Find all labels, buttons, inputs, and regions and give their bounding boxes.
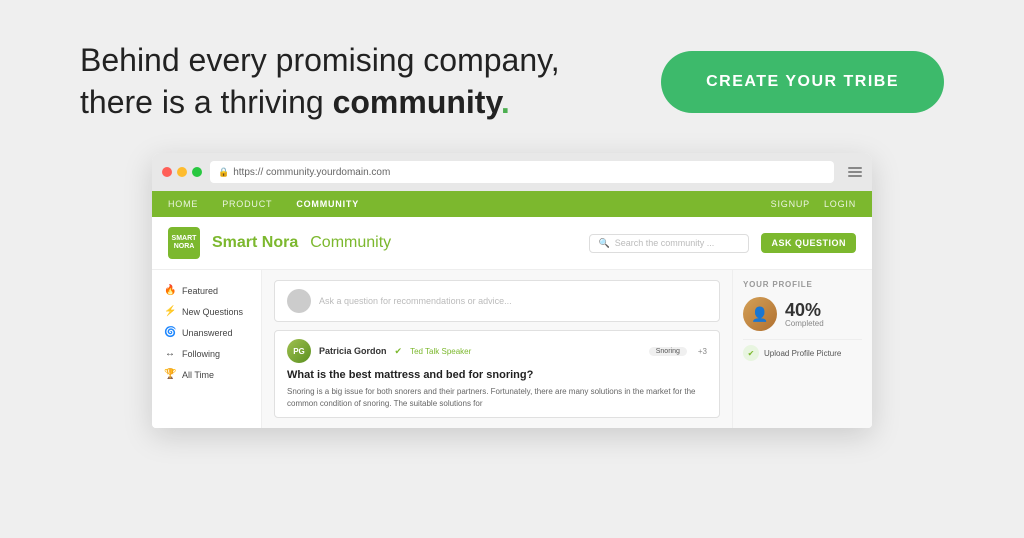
site-title: Smart Nora <box>212 234 298 252</box>
headline-bold: community <box>333 84 501 120</box>
ask-question-button[interactable]: ASK QUESTION <box>761 233 856 253</box>
sidebar-item-label: Unanswered <box>182 328 233 338</box>
browser-addressbar[interactable]: 🔒 https:// community.yourdomain.com <box>210 161 834 183</box>
hero-headline: Behind every promising company, there is… <box>80 40 600 123</box>
tag-more: +3 <box>698 347 707 356</box>
upload-profile-label: Upload Profile Picture <box>764 349 841 358</box>
browser-mockup: 🔒 https:// community.yourdomain.com HOME… <box>152 153 872 428</box>
sidebar-item-featured[interactable]: 🔥 Featured <box>152 280 261 301</box>
profile-row: 👤 40% Completed <box>743 297 862 331</box>
headline-dot: . <box>501 84 510 120</box>
headline-line1: Behind every promising company, <box>80 42 560 78</box>
upload-icon: ✔ <box>743 345 759 361</box>
browser-dots <box>162 167 202 177</box>
profile-completion: 40% Completed <box>785 301 824 328</box>
sidebar-item-following[interactable]: ↔ Following <box>152 343 261 364</box>
profile-action[interactable]: ✔ Upload Profile Picture <box>743 339 862 366</box>
following-icon: ↔ <box>164 348 176 359</box>
dot-red[interactable] <box>162 167 172 177</box>
content-sidebar: 🔥 Featured ⚡ New Questions 🌀 Unanswered … <box>152 270 262 428</box>
completion-percent: 40% <box>785 301 824 319</box>
author-badge: Ted Talk Speaker <box>410 347 471 356</box>
menu-line-1 <box>848 167 862 169</box>
featured-icon: 🔥 <box>164 285 176 296</box>
ask-prompt-text: Ask a question for recommendations or ad… <box>319 296 512 306</box>
hero-text: Behind every promising company, there is… <box>80 40 600 123</box>
profile-section-title: YOUR PROFILE <box>743 280 862 289</box>
menu-line-3 <box>848 175 862 177</box>
author-avatar: PG <box>287 339 311 363</box>
completion-label: Completed <box>785 319 824 328</box>
nav-right: SIGNUP LOGIN <box>771 199 856 209</box>
new-questions-icon: ⚡ <box>164 306 176 317</box>
browser-menu-icon[interactable] <box>848 167 862 177</box>
headline-line2-prefix: there is a thriving <box>80 84 333 120</box>
all-time-icon: 🏆 <box>164 369 176 380</box>
profile-avatar: 👤 <box>743 297 777 331</box>
unanswered-icon: 🌀 <box>164 327 176 338</box>
site-header: SMART NORA Smart Nora Community 🔍 Search… <box>152 217 872 270</box>
nav-signup[interactable]: SIGNUP <box>771 199 810 209</box>
content-main: Ask a question for recommendations or ad… <box>262 270 732 428</box>
verified-icon: ✔ <box>395 346 403 357</box>
content-right-panel: YOUR PROFILE 👤 40% Completed ✔ Upload Pr… <box>732 270 872 428</box>
search-bar[interactable]: 🔍 Search the community ... <box>589 234 749 253</box>
author-name: Patricia Gordon <box>319 346 387 356</box>
sidebar-item-unanswered[interactable]: 🌀 Unanswered <box>152 322 261 343</box>
question-tag[interactable]: Snoring <box>649 347 687 356</box>
question-card: PG Patricia Gordon ✔ Ted Talk Speaker Sn… <box>274 330 720 418</box>
lock-icon: 🔒 <box>218 167 229 178</box>
nav-community[interactable]: COMMUNITY <box>296 199 359 209</box>
hero-section: Behind every promising company, there is… <box>0 0 1024 153</box>
sidebar-item-label: Following <box>182 349 220 359</box>
user-avatar-small <box>287 289 311 313</box>
dot-yellow[interactable] <box>177 167 187 177</box>
sidebar-item-label: All Time <box>182 370 214 380</box>
site-community-label: Community <box>310 234 391 252</box>
browser-chrome: 🔒 https:// community.yourdomain.com <box>152 153 872 191</box>
sidebar-item-new-questions[interactable]: ⚡ New Questions <box>152 301 261 322</box>
page-wrapper: Behind every promising company, there is… <box>0 0 1024 538</box>
nav-login[interactable]: LOGIN <box>824 199 856 209</box>
url-text: https:// community.yourdomain.com <box>233 167 390 178</box>
site-logo: SMART NORA <box>168 227 200 259</box>
question-title[interactable]: What is the best mattress and bed for sn… <box>287 368 707 382</box>
nav-home[interactable]: HOME <box>168 199 198 209</box>
sidebar-item-label: Featured <box>182 286 218 296</box>
menu-line-2 <box>848 171 862 173</box>
question-body: Snoring is a big issue for both snorers … <box>287 386 707 408</box>
sidebar-item-label: New Questions <box>182 307 243 317</box>
dot-green[interactable] <box>192 167 202 177</box>
search-placeholder: Search the community ... <box>615 238 715 248</box>
search-icon: 🔍 <box>598 238 609 249</box>
nav-items: HOME PRODUCT COMMUNITY <box>168 199 771 209</box>
sidebar-item-all-time[interactable]: 🏆 All Time <box>152 364 261 385</box>
ask-box[interactable]: Ask a question for recommendations or ad… <box>274 280 720 322</box>
question-meta: PG Patricia Gordon ✔ Ted Talk Speaker Sn… <box>287 339 707 363</box>
site-content: 🔥 Featured ⚡ New Questions 🌀 Unanswered … <box>152 270 872 428</box>
site-navbar: HOME PRODUCT COMMUNITY SIGNUP LOGIN <box>152 191 872 217</box>
nav-product[interactable]: PRODUCT <box>222 199 272 209</box>
create-tribe-button[interactable]: CREATE YOUR TRIBE <box>661 51 944 113</box>
